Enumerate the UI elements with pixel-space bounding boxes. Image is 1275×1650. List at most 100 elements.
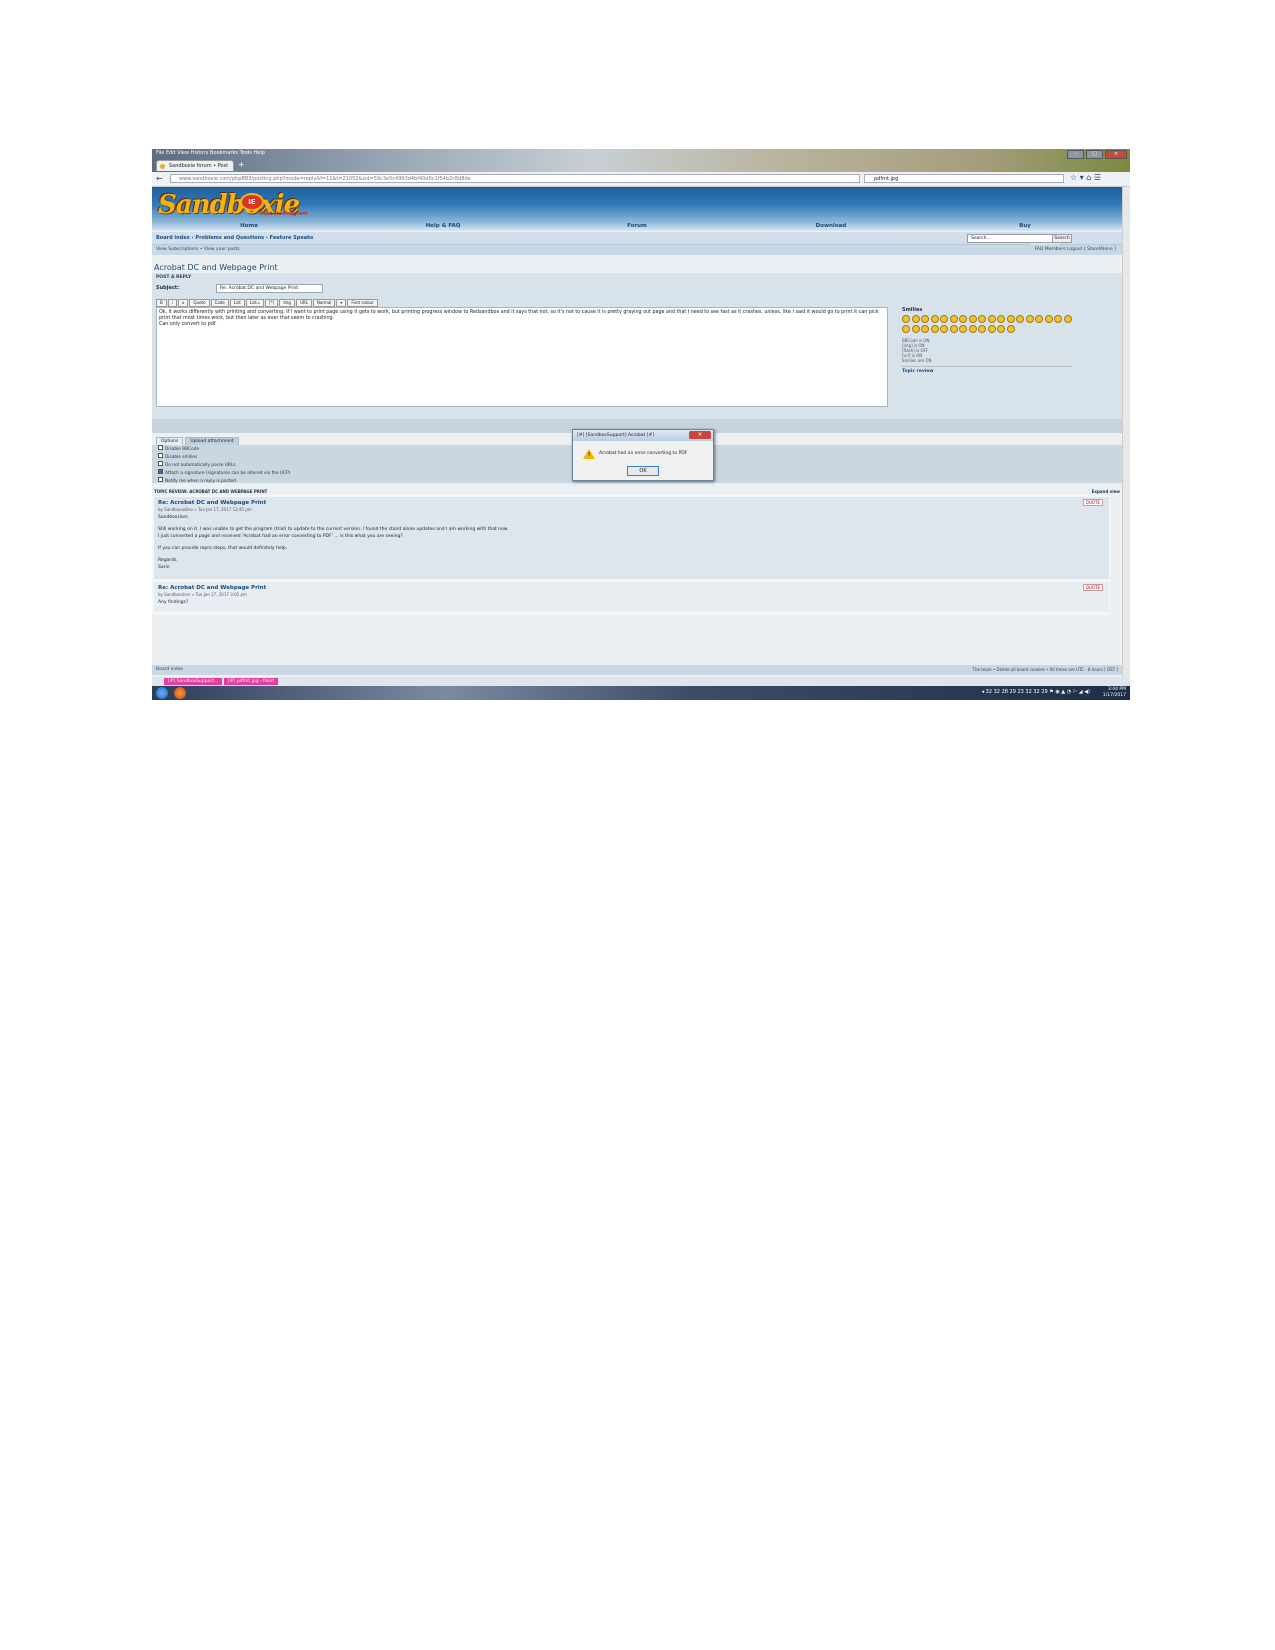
smiley-icon[interactable] (968, 315, 977, 323)
smiley-icon[interactable] (921, 324, 929, 333)
smiley-icon[interactable] (949, 324, 958, 333)
breadcrumb[interactable]: Board index ‹ Problems and Questions ‹ F… (156, 235, 313, 241)
breadcrumb-bar: Board index ‹ Problems and Questions ‹ F… (152, 232, 1122, 246)
user-links-right[interactable]: FAQ Members Logout [ StandAlone ] (1035, 247, 1116, 252)
option-checkbox[interactable] (158, 453, 163, 458)
site-tagline: Trust No Program (258, 211, 308, 217)
quote-button[interactable]: QUOTE (1082, 499, 1103, 506)
browser-tab[interactable]: Sandboxie forum • Post a... (156, 160, 234, 180)
toolbar-button[interactable]: List= (245, 299, 265, 307)
clock[interactable]: 3:44 PM 1/17/2017 (1103, 687, 1126, 699)
toolbar-button[interactable]: Img (279, 299, 295, 307)
browser-menubar[interactable]: File Edit View History Bookmarks Tools H… (156, 150, 265, 156)
toolbar-button[interactable]: Normal (312, 299, 336, 307)
maximize-button[interactable]: □ (1086, 150, 1103, 159)
firefox-icon[interactable] (174, 687, 186, 699)
warning-mark: ! (588, 452, 591, 458)
option-checkbox[interactable] (158, 461, 163, 466)
option-checkbox[interactable] (158, 469, 163, 474)
toolbar-icons[interactable]: ☆ ▾ ⌂ ☰ (1070, 173, 1101, 182)
post-title[interactable]: Re: Acrobat DC and Webpage Print (158, 500, 266, 506)
smiley-icon[interactable] (997, 315, 1005, 323)
user-links-left[interactable]: View Subscriptions • View your posts (156, 247, 240, 252)
site-header: Sandboxie IE Trust No Program Home Help … (152, 187, 1122, 231)
toolbar-button[interactable]: Font colour (347, 299, 378, 307)
nav-forum[interactable]: Forum (540, 223, 734, 231)
option-label: Do not automatically parse URLs (165, 463, 236, 468)
post-body: Any findings? (158, 600, 188, 606)
smiley-icon[interactable] (1006, 324, 1015, 333)
option-checkbox[interactable] (158, 477, 163, 482)
footer-links[interactable]: The team • Delete all board cookies • Al… (973, 667, 1118, 672)
back-arrow-icon[interactable]: ← (156, 174, 163, 183)
toolbar-button[interactable]: List (229, 299, 245, 307)
smiley-icon[interactable] (1035, 315, 1043, 323)
smiley-icon[interactable] (911, 315, 920, 323)
nav-download[interactable]: Download (734, 223, 928, 231)
dialog-close-button[interactable]: × (689, 431, 711, 439)
expand-view-link[interactable]: Expand view (1092, 489, 1120, 494)
toolbar-button[interactable]: Quote (189, 299, 210, 307)
nav-buy[interactable]: Buy (928, 223, 1122, 231)
smiley-icon[interactable] (949, 315, 958, 323)
taskbar-button[interactable]: [#] SandboxSupport... (164, 678, 223, 685)
screenshot: File Edit View History Bookmarks Tools H… (152, 149, 1130, 700)
smiley-icon[interactable] (978, 315, 986, 323)
quote-button[interactable]: QUOTE (1082, 584, 1103, 591)
smiley-icon[interactable] (902, 315, 910, 323)
smiley-icon[interactable] (902, 324, 910, 333)
smiley-icon[interactable] (1025, 315, 1034, 323)
close-window-button[interactable]: × (1105, 150, 1127, 159)
smiley-icon[interactable] (978, 324, 986, 333)
smiley-icon[interactable] (987, 315, 996, 323)
smiley-icon[interactable] (1063, 315, 1072, 323)
start-button-icon[interactable] (156, 687, 168, 699)
browser-search-input[interactable]: pdfmt.jpg (864, 174, 1064, 183)
post-title[interactable]: Re: Acrobat DC and Webpage Print (158, 585, 266, 591)
toolbar-button[interactable]: ▾ (336, 299, 347, 307)
smiley-icon[interactable] (959, 324, 967, 333)
post-reply-panel: POST A REPLY Subject: Re: Acrobat DC and… (152, 273, 1122, 419)
new-tab-button[interactable]: + (238, 160, 245, 169)
smiley-icon[interactable] (959, 315, 967, 323)
subject-input[interactable]: Re: Acrobat DC and Webpage Print (216, 284, 323, 293)
editor-line: Ok, it works differently with printing a… (159, 310, 879, 321)
minimize-button[interactable]: – (1067, 150, 1084, 159)
smiley-icon[interactable] (940, 324, 948, 333)
taskbar-button[interactable]: [#] pdfmt.jpg - Paint (224, 678, 279, 685)
smiley-icon[interactable] (1054, 315, 1062, 323)
bbcode-toolbar: Bi u Quote Code List List= [*] Img URL Normal ▾ Fon… (156, 299, 378, 307)
taskbar-buttons: [#] SandboxSupport... [#] pdfmt.jpg - Pa… (152, 677, 1130, 686)
toolbar-button[interactable]: i (167, 299, 177, 307)
toolbar-button[interactable]: Code (210, 299, 229, 307)
option-checkbox[interactable] (158, 445, 163, 450)
toolbar-button[interactable]: URL (295, 299, 312, 307)
smiley-icon[interactable] (987, 324, 996, 333)
message-editor[interactable]: Ok, it works differently with printing a… (156, 307, 888, 407)
address-bar[interactable]: www.sandboxie.com/phpBB3/posting.php?mod… (170, 174, 860, 183)
smiley-icon[interactable] (921, 315, 929, 323)
topic-review-link[interactable]: Topic review (902, 365, 1072, 374)
toolbar-button[interactable]: B (156, 299, 167, 307)
option-label: Attach a signature (signatures can be al… (165, 471, 291, 476)
smiley-icon[interactable] (968, 324, 977, 333)
smiley-icon[interactable] (940, 315, 948, 323)
smiley-icon[interactable] (1044, 315, 1053, 323)
logo-badge: IE (240, 193, 264, 211)
post-line: Sarin (158, 564, 170, 570)
nav-help-faq[interactable]: Help & FAQ (346, 223, 540, 231)
smiley-icon[interactable] (930, 315, 939, 323)
smiley-icon[interactable] (1016, 315, 1024, 323)
smiley-icon[interactable] (930, 324, 939, 333)
ok-button[interactable]: OK (627, 466, 659, 476)
system-tray[interactable]: ◂ 32 32 28 29 23 32 32 29 ⚑ ◉ ▲ ◔ ⚐ ◢ ◀) (982, 689, 1090, 695)
nav-home[interactable]: Home (152, 223, 346, 231)
page-title[interactable]: Acrobat DC and Webpage Print (154, 263, 278, 272)
smiley-icon[interactable] (997, 324, 1005, 333)
smiley-icon[interactable] (911, 324, 920, 333)
page-scrollbar[interactable] (1122, 187, 1130, 677)
board-index-link[interactable]: Board index (156, 667, 183, 672)
smiley-icon[interactable] (1006, 315, 1015, 323)
toolbar-button[interactable]: u (177, 299, 189, 307)
toolbar-button[interactable]: [*] (265, 299, 279, 307)
